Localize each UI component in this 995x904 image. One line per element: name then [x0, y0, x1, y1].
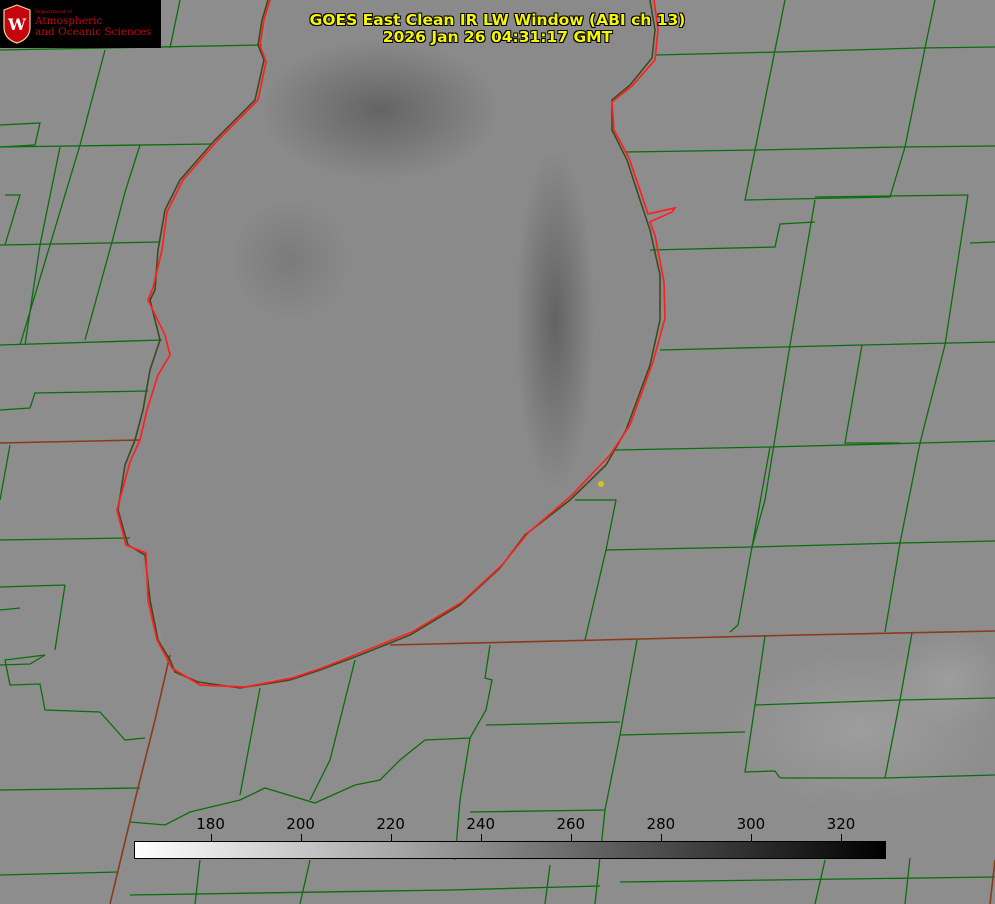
cold-cloud-band-east: [515, 150, 595, 490]
colorbar-tick-label: 200: [286, 815, 315, 833]
colorbar-tick-mark: [391, 834, 392, 841]
colorbar-tick-label: 180: [196, 815, 225, 833]
satellite-image-viewer: W Department of Atmospheric and Oceanic …: [0, 0, 995, 904]
colorbar: [134, 841, 886, 859]
colorbar-tick-mark: [301, 834, 302, 841]
image-title: GOES East Clean IR LW Window (ABI ch 13)…: [0, 12, 995, 46]
colorbar-tick-label: 300: [736, 815, 766, 833]
colorbar-tick-mark: [841, 834, 842, 841]
colorbar-tick-label: 220: [376, 815, 405, 833]
colorbar-tick-mark: [661, 834, 662, 841]
colorbar-tick-mark: [751, 834, 752, 841]
title-line1: GOES East Clean IR LW Window (ABI ch 13): [309, 11, 686, 29]
satellite-map: [0, 0, 995, 904]
cloud-patch-west: [230, 200, 350, 320]
colorbar-tick-label: 260: [556, 815, 586, 833]
title-timestamp: 2026 Jan 26 04:31:17 GMT: [382, 28, 613, 46]
colorbar-tick-label: 240: [466, 815, 496, 833]
station-marker: [598, 481, 604, 487]
colorbar-tick-mark: [481, 834, 482, 841]
colorbar-tick-label: 280: [646, 815, 676, 833]
cold-cloud-north: [260, 40, 500, 180]
colorbar-tick-mark: [211, 834, 212, 841]
colorbar-tick-label: 320: [826, 815, 856, 833]
colorbar-tick-mark: [571, 834, 572, 841]
